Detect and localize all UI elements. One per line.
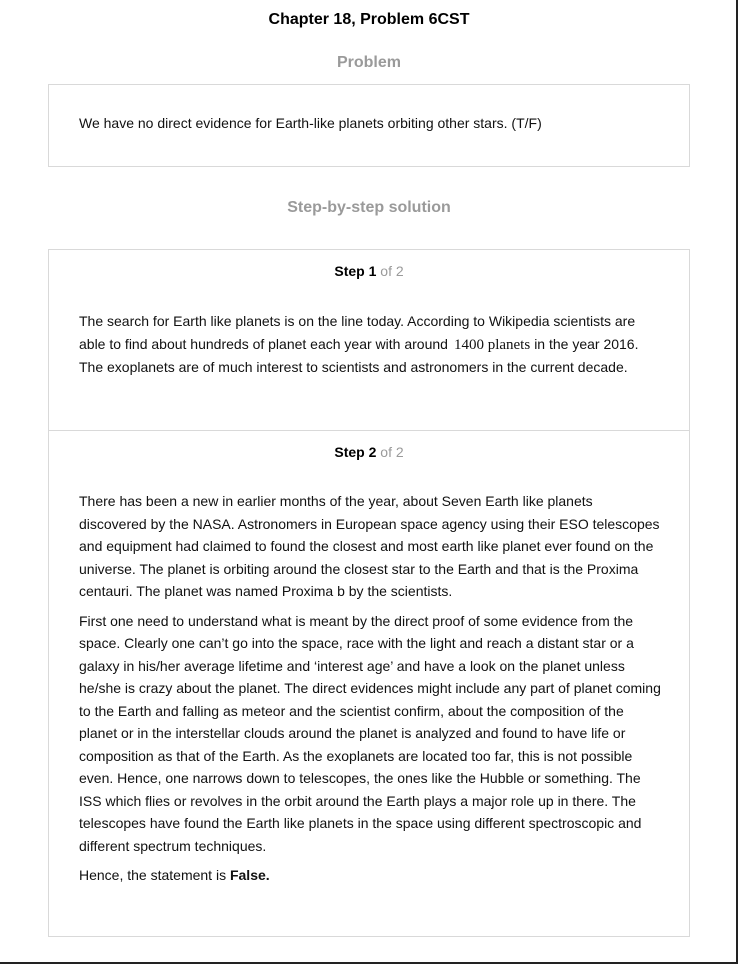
step-2-conclusion: Hence, the statement is False. (79, 864, 661, 887)
step-2-paragraph: First one need to understand what is mea… (79, 612, 661, 854)
step-2-label: Step 2 of 2 (49, 444, 689, 460)
step-word: Step (334, 263, 365, 279)
step-word: Step (334, 444, 365, 460)
problem-box: We have no direct evidence for Earth-lik… (48, 84, 690, 167)
step-total: of 2 (380, 444, 404, 460)
step-number: 1 (368, 263, 377, 279)
solution-heading: Step-by-step solution (287, 199, 451, 216)
conclusion-answer: False. (229, 867, 270, 883)
step-2-paragraph: There has been a new in earlier months o… (79, 493, 660, 599)
step-1-body: The search for Earth like planets is on … (79, 310, 661, 379)
conclusion-prefix: Hence, the statement is (79, 867, 227, 883)
problem-statement: We have no direct evidence for Earth-lik… (79, 115, 542, 131)
step-1: Step 1 of 2 The search for Earth like pl… (49, 250, 689, 431)
solution-box: Step 1 of 2 The search for Earth like pl… (48, 249, 690, 937)
step-1-math: 1400 planets (453, 336, 531, 353)
problem-heading: Problem (336, 54, 401, 71)
step-2: Step 2 of 2 There has been a new in earl… (49, 431, 689, 936)
step-number: 2 (368, 444, 377, 460)
step-2-body: There has been a new in earlier months o… (79, 490, 661, 894)
step-1-label: Step 1 of 2 (49, 263, 689, 279)
page-title: Chapter 18, Problem 6CST (268, 11, 470, 28)
step-total: of 2 (380, 263, 404, 279)
